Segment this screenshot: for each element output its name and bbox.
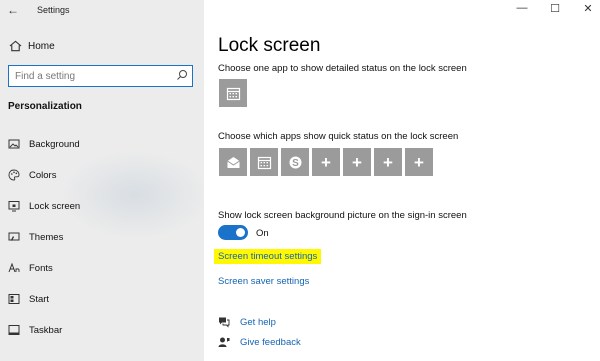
- palette-icon: [8, 169, 20, 181]
- maximize-button[interactable]: ☐: [545, 2, 565, 15]
- plus-icon: +: [352, 152, 362, 172]
- background-blur: [60, 150, 204, 240]
- quick-status-tile-skype[interactable]: S: [281, 148, 309, 176]
- sidebar-item-label: Background: [29, 138, 80, 150]
- start-icon: [8, 294, 20, 304]
- plus-icon: +: [414, 152, 424, 172]
- search-icon[interactable]: [176, 69, 188, 81]
- give-feedback-link[interactable]: Give feedback: [240, 337, 301, 348]
- toggle-state-label: On: [256, 228, 269, 239]
- plus-icon: +: [321, 152, 331, 172]
- minimize-button[interactable]: —: [512, 2, 532, 14]
- sidebar-item-label: Lock screen: [29, 200, 81, 212]
- home-icon: [9, 40, 22, 52]
- quick-status-tile-mail[interactable]: [219, 148, 247, 176]
- sidebar-item-start[interactable]: Start: [8, 291, 198, 307]
- sidebar-item-themes[interactable]: Themes: [8, 229, 198, 245]
- page-title: Lock screen: [218, 35, 321, 56]
- quick-status-tile-calendar[interactable]: [250, 148, 278, 176]
- plus-icon: +: [383, 152, 393, 172]
- app-title: Settings: [37, 5, 70, 15]
- sidebar-item-colors[interactable]: Colors: [8, 167, 198, 183]
- sidebar-item-label: Themes: [29, 231, 64, 243]
- sidebar-item-lock-screen[interactable]: Lock screen: [8, 198, 198, 214]
- mail-icon: [226, 156, 240, 168]
- home-label: Home: [28, 40, 55, 52]
- svg-text:S: S: [292, 158, 299, 169]
- taskbar-icon: [8, 325, 20, 335]
- sidebar-item-fonts[interactable]: Fonts: [8, 260, 198, 276]
- signin-background-toggle[interactable]: [218, 225, 248, 240]
- quick-status-description: Choose which apps show quick status on t…: [218, 131, 459, 142]
- detailed-status-app-tile[interactable]: [219, 79, 247, 107]
- search-input[interactable]: [9, 67, 169, 86]
- signin-background-description: Show lock screen background picture on t…: [218, 210, 467, 221]
- section-title: Personalization: [8, 101, 82, 112]
- calendar-icon: [226, 87, 240, 100]
- main-panel: — ☐ ✕ Lock screen Choose one app to show…: [204, 0, 600, 361]
- screen-saver-settings-link[interactable]: Screen saver settings: [218, 276, 309, 287]
- detailed-status-description: Choose one app to show detailed status o…: [218, 63, 467, 74]
- quick-status-add-tile[interactable]: +: [343, 148, 371, 176]
- font-icon: [8, 262, 20, 273]
- sidebar-item-background[interactable]: Background: [8, 136, 198, 152]
- sidebar: ← Settings Home Personalization Backgrou…: [0, 0, 204, 361]
- lock-screen-icon: [8, 201, 20, 212]
- back-arrow-icon[interactable]: ←: [7, 3, 19, 17]
- sidebar-item-label: Colors: [29, 169, 57, 181]
- calendar-icon: [257, 156, 271, 169]
- quick-status-add-tile[interactable]: +: [312, 148, 340, 176]
- get-help-link[interactable]: Get help: [240, 317, 276, 328]
- sidebar-item-taskbar[interactable]: Taskbar: [8, 322, 198, 338]
- sidebar-item-label: Taskbar: [29, 324, 63, 336]
- toggle-knob: [236, 228, 245, 237]
- brush-icon: [8, 232, 20, 241]
- give-feedback-row[interactable]: Give feedback: [218, 335, 301, 349]
- quick-status-add-tile[interactable]: +: [405, 148, 433, 176]
- sidebar-item-label: Fonts: [29, 262, 53, 274]
- screen-timeout-settings-link[interactable]: Screen timeout settings: [214, 249, 322, 264]
- title-bar: ← Settings: [0, 0, 204, 20]
- quick-status-add-tile[interactable]: +: [374, 148, 402, 176]
- skype-icon: S: [289, 156, 301, 169]
- close-button[interactable]: ✕: [578, 2, 598, 15]
- picture-icon: [8, 139, 20, 149]
- get-help-row[interactable]: Get help: [218, 315, 276, 329]
- search-box[interactable]: [8, 65, 193, 87]
- help-chat-icon: [219, 317, 230, 328]
- feedback-icon: [218, 337, 230, 347]
- home-nav-item[interactable]: Home: [9, 39, 55, 53]
- sidebar-item-label: Start: [29, 293, 50, 305]
